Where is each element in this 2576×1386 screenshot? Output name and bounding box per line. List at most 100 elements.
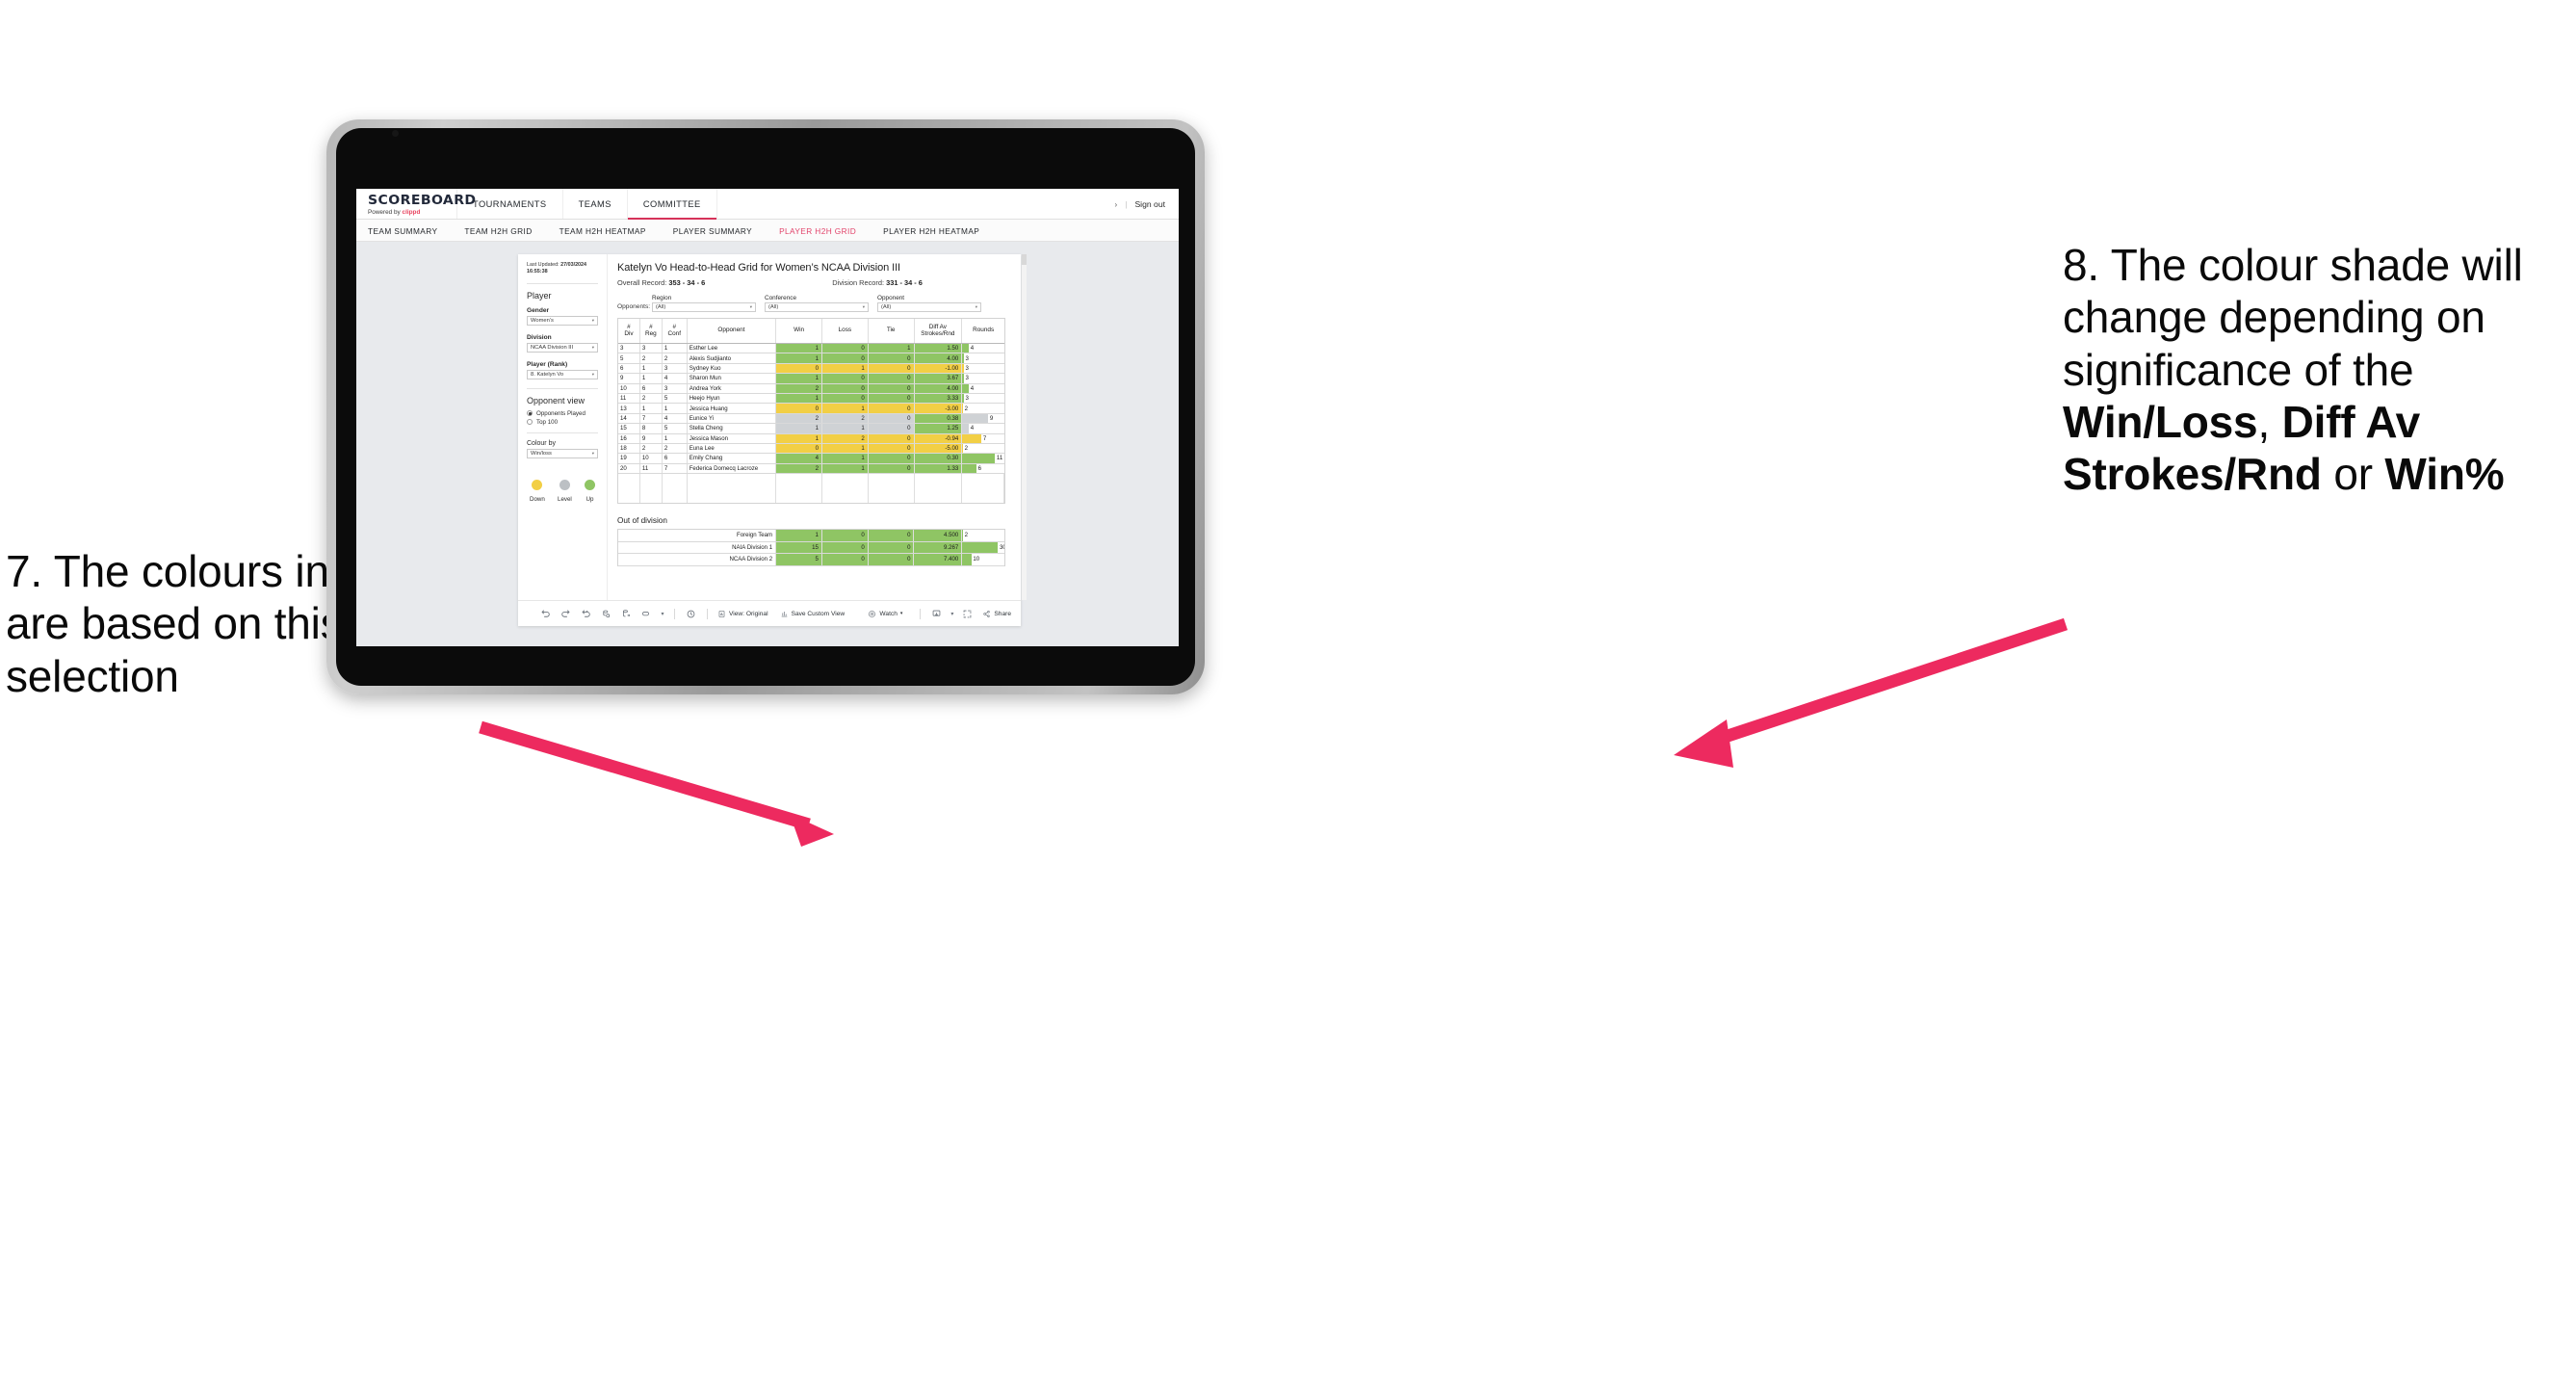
table-row[interactable]: 5 2 2 Alexis Sudjianto 1 0 0 4.00 3: [618, 353, 1004, 364]
table-row[interactable]: 11 2 5 Heejo Hyun 1 0 0 3.33 3: [618, 393, 1004, 405]
col-div[interactable]: # Div: [618, 319, 640, 343]
undo-icon[interactable]: [535, 609, 556, 619]
col-conf[interactable]: # Conf: [663, 319, 688, 343]
subnav-item-team-h2h-heatmap[interactable]: TEAM H2H HEATMAP: [559, 226, 660, 236]
sign-out-link[interactable]: Sign out: [1134, 199, 1165, 209]
table-row[interactable]: 19 10 6 Emily Chang 4 1 0 0.30 11: [618, 454, 1004, 464]
chevron-down-icon[interactable]: ▾: [657, 611, 668, 617]
table-row[interactable]: 9 1 4 Sharon Mun 1 0 0 3.67 3: [618, 374, 1004, 384]
rounds-value: 10: [973, 556, 980, 563]
subnav-item-team-h2h-grid[interactable]: TEAM H2H GRID: [464, 226, 545, 236]
rounds-value: 3: [965, 364, 969, 372]
last-updated: Last Updated: 27/03/2024 16:55:38: [527, 262, 598, 276]
table-row[interactable]: NAIA Division 115009.26730: [618, 541, 1004, 555]
table-row[interactable]: 14 7 4 Eunice Yi 2 2 0 0.38 9: [618, 413, 1004, 425]
cell-loss: 2: [821, 433, 869, 443]
cell-tie: 0: [868, 443, 915, 454]
player-rank-select[interactable]: 8. Katelyn Vo ▾: [527, 369, 598, 379]
watch-button[interactable]: Watch ▾: [868, 610, 902, 618]
region-value: (All): [656, 304, 666, 310]
sub-navigation: TEAM SUMMARY TEAM H2H GRID TEAM H2H HEAT…: [356, 220, 1179, 242]
table-row[interactable]: 3 3 1 Esther Lee 1 0 1 1.50 4: [618, 344, 1004, 354]
cell-tie: 0: [868, 541, 915, 554]
cell-win: 15: [776, 541, 822, 554]
chevron-right-icon[interactable]: ›: [1115, 200, 1118, 209]
col-tie[interactable]: Tie: [869, 319, 915, 343]
table-header-row: # Div # Reg # Conf Opponent Win Loss Tie Di…: [618, 319, 1004, 344]
cell-loss: 0: [821, 374, 869, 383]
table-row[interactable]: 10 6 3 Andrea York 2 0 0 4.00 4: [618, 383, 1004, 394]
overall-record-value: 353 - 34 - 6: [668, 278, 706, 287]
colour-by-select[interactable]: Win/loss ▾: [527, 448, 598, 458]
opponent-select[interactable]: (All) ▾: [877, 302, 981, 312]
cell-div: 15: [618, 424, 640, 433]
subnav-item-player-h2h-grid[interactable]: PLAYER H2H GRID: [779, 226, 870, 236]
cell-reg: 1: [640, 404, 663, 413]
cell-reg: 7: [640, 413, 663, 424]
table-row[interactable]: 6 1 3 Sydney Kuo 0 1 0 -1.00 3: [618, 363, 1004, 375]
divider: [527, 387, 598, 389]
cell-tie: 1: [868, 344, 915, 353]
subnav-item-player-h2h-heatmap[interactable]: PLAYER H2H HEATMAP: [883, 226, 993, 236]
table-row[interactable]: 18 2 2 Euna Lee 0 1 0 -5.00 2: [618, 443, 1004, 455]
brand-logo[interactable]: SCOREBOARD Powered by clippd: [356, 189, 476, 220]
pause-data-icon[interactable]: [616, 609, 637, 619]
region-select[interactable]: (All) ▾: [652, 302, 756, 312]
topnav-item-committee[interactable]: COMMITTEE: [627, 189, 717, 220]
subnav-item-team-summary[interactable]: TEAM SUMMARY: [368, 226, 451, 236]
cell-reg: 2: [640, 393, 663, 404]
colour-by-value: Win/loss: [531, 450, 552, 457]
table-row[interactable]: 15 8 5 Stella Cheng 1 1 0 1.25 4: [618, 424, 1004, 434]
revert-icon[interactable]: [576, 609, 596, 619]
radio-top-100[interactable]: Top 100: [527, 419, 598, 426]
rounds-value: 7: [982, 434, 987, 442]
rounds-value: 4: [970, 345, 975, 353]
scrollbar-thumb[interactable]: [1022, 254, 1027, 265]
col-rounds[interactable]: Rounds: [962, 319, 1004, 343]
subnav-item-player-summary[interactable]: PLAYER SUMMARY: [673, 226, 766, 236]
col-opponent[interactable]: Opponent: [688, 319, 777, 343]
table-row[interactable]: 16 9 1 Jessica Mason 1 2 0 -0.94 7: [618, 433, 1004, 444]
cell-win: 1: [776, 393, 822, 404]
table-row[interactable]: 20 11 7 Federica Domecq Lacroze 2 1 0 1.33 6: [618, 463, 1004, 475]
col-diff-av-strokes[interactable]: Diff Av Strokes/Rnd: [915, 319, 963, 343]
rounds-bar: [962, 383, 970, 393]
view-original-button[interactable]: View: Original: [717, 610, 768, 618]
col-reg[interactable]: # Reg: [640, 319, 663, 343]
fullscreen-icon[interactable]: [957, 609, 977, 619]
table-row[interactable]: NCAA Division 2 5 0 0 7.400 10: [618, 554, 1004, 566]
table-scrollbar[interactable]: [1022, 254, 1027, 600]
chevron-down-icon[interactable]: ▾: [947, 611, 957, 617]
cell-opponent: Stella Cheng: [688, 424, 777, 433]
redo-icon[interactable]: [556, 609, 576, 619]
cell-div: 19: [618, 454, 640, 463]
conference-select[interactable]: (All) ▾: [765, 302, 869, 312]
cell-rounds: 4: [962, 424, 1004, 433]
table-row[interactable]: 13 1 1 Jessica Huang 0 1 0 -3.00 2: [618, 404, 1004, 414]
cell-div: 10: [618, 383, 640, 393]
cell-conf: 2: [663, 353, 688, 363]
radio-opponents-played[interactable]: Opponents Played: [527, 410, 598, 417]
topnav-item-tournaments[interactable]: TOURNAMENTS: [457, 189, 563, 220]
col-win[interactable]: Win: [776, 319, 822, 343]
out-of-division-table: Foreign Team 1 0 0 4.500 2 NAIA Division 1 15 0 0…: [617, 529, 1005, 566]
download-icon[interactable]: [926, 609, 947, 619]
workbook-toolbar: ▾ View: Original Save Custom View Watch …: [518, 600, 1021, 626]
gender-select[interactable]: Women’s ▾: [527, 315, 598, 326]
cell-win: 2: [776, 383, 822, 393]
division-select[interactable]: NCAA Division III ▾: [527, 342, 598, 353]
cell-win: 4: [776, 454, 822, 463]
cell-reg: 1: [640, 363, 663, 374]
cell-conf: 1: [663, 433, 688, 443]
save-custom-view-button[interactable]: Save Custom View: [780, 610, 845, 618]
topnav-item-teams[interactable]: TEAMS: [563, 189, 628, 220]
col-loss[interactable]: Loss: [822, 319, 869, 343]
pause-auto-update-icon[interactable]: [637, 609, 657, 619]
pause-clock-icon[interactable]: [681, 609, 701, 619]
share-button[interactable]: Share: [982, 610, 1011, 618]
table-row[interactable]: Foreign Team 1 0 0 4.500 2: [618, 530, 1004, 542]
last-updated-label: Last Updated:: [527, 262, 559, 268]
tablet-screen: SCOREBOARD Powered by clippd TOURNAMENTS…: [336, 128, 1195, 686]
refresh-data-icon[interactable]: [596, 609, 616, 619]
region-filter: Region (All) ▾: [652, 295, 756, 312]
